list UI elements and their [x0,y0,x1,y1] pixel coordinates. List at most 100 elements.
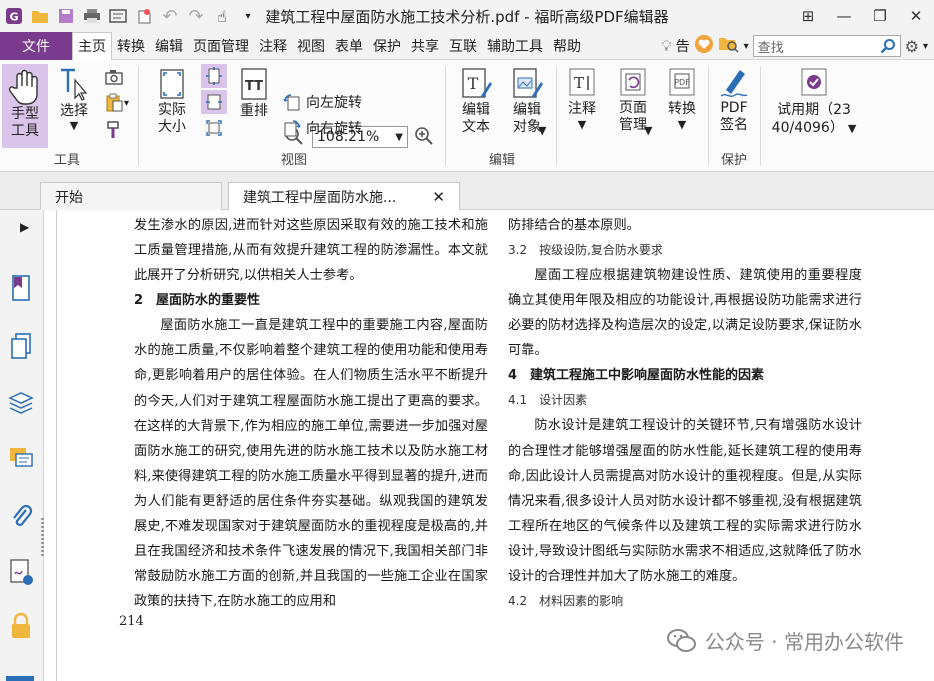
tab-comment[interactable]: 注释 [254,32,292,60]
clipboard-icon[interactable]: ▾ [104,93,129,113]
pdf-page-view[interactable]: 发生渗水的原因,进而针对这些原因采取有效的施工技术和施工质量管理措施,从而有效提… [56,210,934,681]
page-manage-dropdown-icon[interactable]: ▼ [644,122,652,140]
tab-convert[interactable]: 转换 [112,32,150,60]
minimize-button[interactable]: — [826,0,862,32]
tab-share[interactable]: 共享 [406,32,444,60]
save-icon[interactable] [56,6,76,26]
section-3-2-heading: 3.2 按级设防,复合防水要求 [508,243,663,258]
print-icon[interactable] [82,6,102,26]
tell-me-label[interactable]: 告 [676,36,690,56]
group-separator [445,66,446,166]
search-placeholder: 查找 [757,40,784,56]
format-paint-icon[interactable] [104,120,122,144]
attachment-icon[interactable] [6,500,36,532]
convert-dropdown-icon[interactable]: ▼ [678,118,686,132]
file-tab[interactable]: 文件 [0,31,72,60]
rotate-right-label: 向右旋转 [306,121,362,137]
signature-pen-icon [720,70,748,97]
expand-panel-icon[interactable]: ▶ [20,220,29,234]
page-manage-button[interactable]: 页面管理 ▼ [608,66,658,148]
fit-width-icon[interactable] [201,90,227,114]
svg-text:G: G [9,11,18,24]
redo-icon[interactable]: ↷ [186,6,206,27]
close-tab-icon[interactable]: ✕ [432,188,445,206]
rotate-right-button[interactable]: 向右旋转 [282,118,362,138]
svg-text:PDF: PDF [674,78,690,87]
tab-help[interactable]: 帮助 [548,32,586,60]
settings-gear-icon[interactable]: ⚙ [905,37,919,56]
reflow-label: 重排 [240,103,268,119]
snapshot-icon[interactable] [104,68,124,90]
restore-button[interactable]: ❐ [862,0,898,32]
select-dropdown-icon[interactable]: ▼ [70,120,78,132]
bookmark-icon[interactable] [6,272,36,304]
right-paragraph-2: 防水设计是建筑工程设计的关键环节,只有增强防水设计的合理性才能够增强屋面的防水性… [508,418,862,585]
find-dropdown-icon[interactable]: ▾ [744,41,749,52]
rotate-left-icon [283,94,300,111]
tab-home[interactable]: 主页 [72,31,112,60]
select-tool-button[interactable]: 选择 ▼ [54,66,94,148]
zoom-in-icon[interactable] [414,126,434,150]
lightbulb-icon[interactable]: 💡︎ [661,37,672,55]
reflow-button[interactable]: TT 重排 [234,66,274,148]
comment-label: 注释 [568,101,596,117]
comment-dropdown-icon[interactable]: ▼ [578,118,586,132]
find-folder-icon[interactable] [718,35,740,57]
sidebar-resize-handle[interactable] [41,518,44,558]
chevron-down-icon[interactable]: ▼ [395,132,403,143]
app-logo-icon[interactable]: G [4,6,24,26]
pdf-sign-button[interactable]: PDF签名 [712,66,756,148]
quick-access-toolbar: G ↶ ↷ ☝ ▾ [0,0,258,32]
fit-page-icon[interactable] [201,64,227,88]
tab-document[interactable]: 建筑工程中屋面防水施... ✕ [228,182,460,210]
tab-page-manage[interactable]: 页面管理 [188,32,254,60]
hand-tool-button[interactable]: 手型工具 [2,64,48,148]
undo-icon[interactable]: ↶ [160,6,180,27]
new-document-icon[interactable] [134,6,154,26]
right-paragraph-1: 屋面工程应根据建筑物建设性质、建筑使用的重要程度确立其使用年限及相应的功能设计,… [508,268,862,359]
page-manage-icon [620,68,646,96]
open-folder-icon[interactable] [30,6,50,26]
actual-size-button[interactable]: 实际大小 [150,66,194,148]
tab-connect[interactable]: 互联 [444,32,482,60]
edit-object-button[interactable]: 编辑对象 ▼ [502,66,552,148]
layers-icon[interactable] [6,386,36,418]
tab-start[interactable]: 开始 [40,182,222,210]
convert-button[interactable]: PDF 转换 ▼ [660,66,704,148]
trial-dropdown-icon[interactable]: ▼ [848,120,856,137]
search-input[interactable]: 查找 [752,35,901,57]
edit-text-button[interactable]: T 编辑文本 [454,66,498,148]
customize-toolbar-icon[interactable]: ▾ [238,6,258,26]
trial-button[interactable]: 试用期（23 40/4096） ▼ [766,66,862,148]
tab-edit[interactable]: 编辑 [150,32,188,60]
page-thumbnails-icon[interactable] [6,330,36,362]
tab-accessibility[interactable]: 辅助工具 [482,32,548,60]
close-button[interactable]: ✕ [898,0,934,32]
tab-start-label: 开始 [55,189,83,206]
comment-button[interactable]: T 注释 ▼ [562,66,602,148]
tab-protect[interactable]: 保护 [368,32,406,60]
title-bar: G ↶ ↷ ☝ ▾ 建筑工程中屋面防水施工技术分析.pdf - 福昕高级PDF编… [0,0,934,32]
fit-visible-icon[interactable] [201,116,227,140]
tab-view[interactable]: 视图 [292,32,330,60]
left-sidebar: ▶ [0,210,44,681]
tab-form[interactable]: 表单 [330,32,368,60]
comments-panel-icon[interactable] [6,442,36,474]
ribbon-layout-icon[interactable]: ⊞ [790,0,826,32]
actual-size-icon [160,69,184,99]
scan-icon[interactable] [108,6,128,26]
heart-icon[interactable] [694,34,714,58]
trial-icon [801,68,827,96]
convert-icon: PDF [669,68,695,96]
lock-icon[interactable] [6,610,36,642]
settings-dropdown-icon[interactable]: ▾ [923,41,928,52]
rotate-left-button[interactable]: 向左旋转 [282,92,362,112]
edit-object-dropdown-icon[interactable]: ▼ [538,122,546,140]
left-column: 发生渗水的原因,进而针对这些原因采取有效的施工技术和施工质量管理措施,从而有效提… [134,213,488,614]
hand-pointer-icon[interactable]: ☝ [212,6,232,26]
hand-icon [8,69,38,105]
search-icon[interactable] [880,38,896,54]
group-separator [138,66,139,166]
signature-panel-icon[interactable] [6,556,36,588]
section-4-1-heading: 4.1 设计因素 [508,393,588,408]
